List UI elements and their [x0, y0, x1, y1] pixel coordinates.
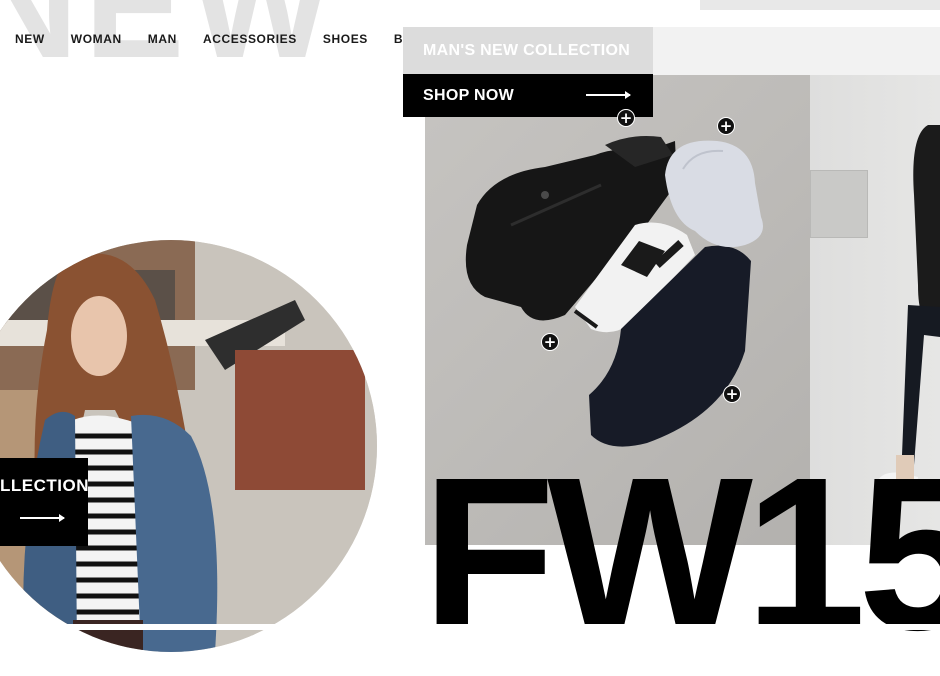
long-arrow-right-icon [586, 91, 631, 99]
woman-illustration [0, 240, 377, 652]
nav-item-new[interactable]: NEW [15, 31, 45, 47]
mens-collection-promo: MAN'S NEW COLLECTION SHOP NOW [403, 27, 653, 117]
promo-header: MAN'S NEW COLLECTION [403, 27, 653, 74]
plus-circle-icon[interactable]: + [541, 333, 559, 351]
main-nav: NEW WOMAN MAN ACCESSORIES SHOES BLOG [15, 31, 457, 47]
nav-item-woman[interactable]: WOMAN [71, 31, 122, 47]
page-bottom-edge [0, 624, 940, 630]
collection-link-button[interactable]: LLECTION [0, 458, 89, 546]
shop-now-button[interactable]: SHOP NOW [403, 74, 653, 117]
plus-circle-icon[interactable]: + [723, 385, 741, 403]
top-divider [700, 0, 940, 10]
collection-link-label: LLECTION [0, 476, 89, 495]
nav-item-shoes[interactable]: SHOES [323, 31, 368, 47]
plus-circle-icon[interactable]: + [617, 109, 635, 127]
header-panel [653, 27, 940, 75]
promo-title: MAN'S NEW COLLECTION [423, 42, 631, 59]
woman-collection-photo [0, 240, 377, 652]
hero-headline: FW15 [422, 433, 940, 676]
nav-item-man[interactable]: MAN [148, 31, 177, 47]
shop-now-label: SHOP NOW [423, 87, 515, 104]
nav-item-accessories[interactable]: ACCESSORIES [203, 31, 297, 47]
wall-block [810, 170, 868, 238]
plus-circle-icon[interactable]: + [717, 117, 735, 135]
long-arrow-right-icon [20, 514, 65, 522]
